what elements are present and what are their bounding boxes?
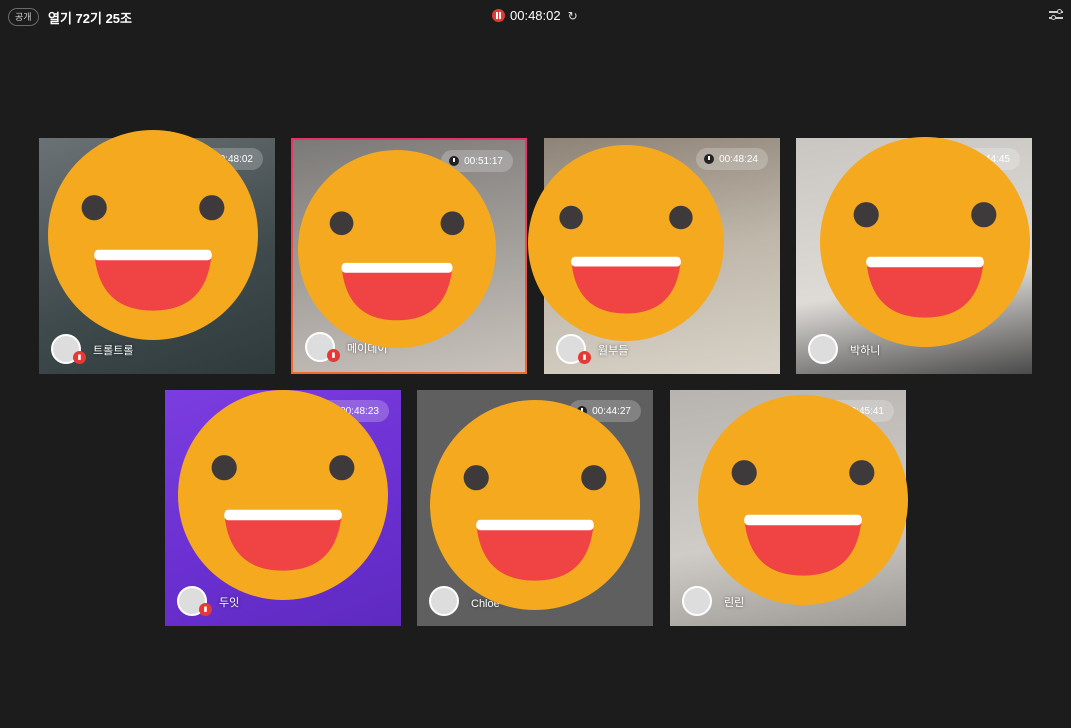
session-timer: 00:48:02 ↻ bbox=[492, 8, 578, 23]
refresh-icon[interactable]: ↻ bbox=[568, 9, 578, 23]
participant-time: 00:48:24 bbox=[719, 153, 758, 165]
speaking-mic-icon: ▮ bbox=[199, 603, 212, 616]
recording-icon[interactable] bbox=[492, 9, 505, 22]
speaking-mic-icon: ▮ bbox=[578, 351, 591, 364]
settings-sliders-icon[interactable] bbox=[1049, 8, 1063, 22]
smiley-face-overlay-icon bbox=[430, 400, 640, 610]
participant-name: 트롤트롤 bbox=[93, 345, 134, 357]
participant-name: 월부들 bbox=[598, 345, 629, 357]
top-bar: 공개 열기 72기 25조 00:48:02 ↻ bbox=[0, 0, 1071, 34]
smiley-face-overlay-icon bbox=[178, 390, 388, 600]
smiley-face-overlay-icon bbox=[698, 395, 908, 605]
elapsed-time: 00:48:02 bbox=[510, 8, 561, 23]
smiley-face-overlay-icon bbox=[298, 150, 496, 348]
smiley-face-overlay-icon bbox=[820, 137, 1030, 347]
room-title: 열기 72기 25조 bbox=[48, 11, 132, 26]
visibility-badge[interactable]: 공개 bbox=[8, 8, 39, 26]
speaking-mic-icon: ▮ bbox=[327, 349, 340, 362]
speaking-mic-icon: ▮ bbox=[73, 351, 86, 364]
smiley-face-overlay-icon bbox=[48, 130, 258, 340]
smiley-face-overlay-icon bbox=[528, 145, 724, 341]
